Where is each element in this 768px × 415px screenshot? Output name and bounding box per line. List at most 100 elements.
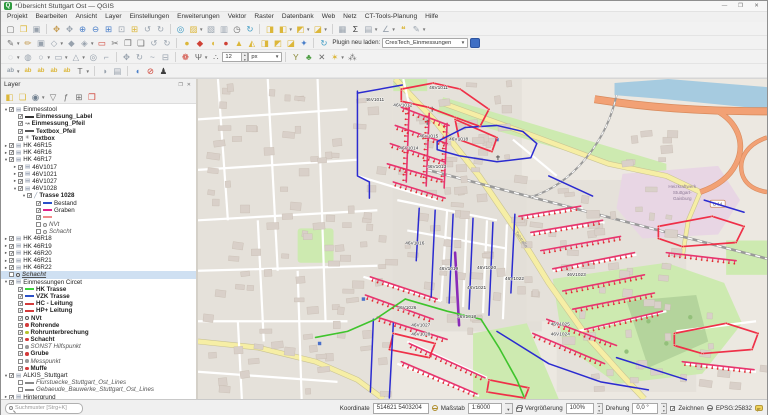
layer-tree-item[interactable]: ✓Textbox_Pfeil — [1, 128, 196, 135]
plugin-open-button[interactable] — [470, 38, 480, 48]
ct-tool-a-icon[interactable]: ◭ — [246, 37, 258, 49]
ct-tool-half-icon[interactable]: ◖ — [207, 37, 219, 49]
layer-visibility-checkbox[interactable]: ✓ — [18, 186, 23, 191]
trim-extend-icon[interactable]: ⌐ — [100, 51, 112, 63]
label-rule-icon[interactable]: ab — [35, 65, 47, 77]
layer-tree-item[interactable]: ▸✓▤HK 46R15 — [1, 142, 196, 149]
ct-tool-node-icon[interactable]: ◆ — [194, 37, 206, 49]
maximize-button[interactable]: ❐ — [733, 2, 748, 11]
redo-icon[interactable]: ↻ — [161, 37, 173, 49]
layer-visibility-checkbox[interactable]: ✓ — [9, 244, 14, 249]
paw-tool-icon[interactable]: ⁂ — [346, 51, 358, 63]
plugin-reload-icon[interactable]: ↻ — [318, 37, 330, 49]
layer-tree-item[interactable]: ▾✓╱Trasse 1028 — [1, 192, 196, 199]
deselect-features-icon[interactable]: ▧ — [205, 23, 217, 35]
cut-features-icon[interactable]: ✂ — [109, 37, 121, 49]
shape-rectangle-icon-dropdown[interactable]: ▼ — [64, 55, 68, 63]
fill-ring-icon[interactable]: ◎ — [87, 51, 99, 63]
layer-visibility-checkbox[interactable] — [18, 380, 23, 385]
vertex-tool-icon[interactable]: ◈ — [78, 37, 90, 49]
toolbar-combo[interactable]: CresTech_Einmessungen▼ — [382, 38, 468, 48]
layer-tree-item[interactable]: ▸✓▤46V1017 — [1, 164, 196, 171]
messages-bubble-icon[interactable] — [755, 405, 763, 411]
star-tool-icon[interactable]: ✶ — [329, 51, 341, 63]
panel-dock-icon[interactable]: ❐ — [176, 82, 184, 88]
filter-expression-icon[interactable]: ƒ — [60, 91, 72, 103]
manage-themes-icon-dropdown[interactable]: ▼ — [41, 95, 45, 103]
layer-tree-item[interactable]: ✓ — [1, 214, 196, 221]
menu-netz[interactable]: Netz — [339, 12, 361, 22]
ct-tool-tri-icon[interactable]: ▲ — [233, 37, 245, 49]
save-project-icon[interactable]: ▣ — [31, 23, 43, 35]
layer-visibility-checkbox[interactable]: ✓ — [18, 337, 23, 342]
move-feature-icon[interactable]: ✥ — [120, 51, 132, 63]
add-vector-layer-icon-dropdown[interactable]: ▼ — [288, 27, 292, 35]
crs-badge[interactable]: EPSG:25832 — [716, 405, 752, 412]
layer-visibility-checkbox[interactable]: ✓ — [18, 351, 23, 356]
menu-vektor[interactable]: Vektor — [224, 12, 251, 22]
menu-projekt[interactable]: Projekt — [3, 12, 32, 22]
menu-erweiterungen[interactable]: Erweiterungen — [173, 12, 224, 22]
field-calculator-icon-dropdown[interactable]: ▼ — [374, 27, 378, 35]
layer-tree-item[interactable]: ✓Einmessung_Label — [1, 113, 196, 120]
simplify-feature-icon[interactable]: ~ — [146, 51, 158, 63]
expand-all-icon[interactable]: ⊞ — [73, 91, 85, 103]
annotation-icon[interactable]: ✎ — [410, 23, 422, 35]
minimize-button[interactable]: — — [717, 2, 732, 11]
layer-labeling-icon-dropdown[interactable]: ▼ — [16, 69, 20, 77]
zoom-in-icon[interactable]: ⊕ — [77, 23, 89, 35]
layer-tree-item[interactable]: ✓HK Trasse — [1, 286, 196, 293]
layer-visibility-checkbox[interactable]: ✓ — [18, 179, 23, 184]
style-fork-icon[interactable]: Y — [290, 51, 302, 63]
text-format-icon-dropdown[interactable]: ▼ — [85, 69, 89, 77]
layer-tree-item[interactable]: ▸✓▤Hintergrund — [1, 394, 196, 400]
layer-tree-item[interactable]: SONST Hilfspunkt — [1, 343, 196, 350]
scale-combo-arrow-icon[interactable]: ▼ — [505, 403, 513, 414]
label-pin-icon[interactable]: Ψ — [192, 51, 204, 63]
layer-visibility-checkbox[interactable]: ✓ — [18, 330, 23, 335]
shape-circle-icon-dropdown[interactable]: ▼ — [46, 55, 50, 63]
close-button[interactable]: ✕ — [749, 2, 764, 11]
zoom-next-icon[interactable]: ↻ — [155, 23, 167, 35]
layer-tree-item[interactable]: ▾✓▤Einmessungen Circet — [1, 279, 196, 286]
layer-tree-item[interactable]: ✓Schacht — [1, 336, 196, 343]
menu-bearbeiten[interactable]: Bearbeiten — [32, 12, 72, 22]
add-raster-layer-icon[interactable]: ◩ — [294, 23, 306, 35]
measure-icon-dropdown[interactable]: ▼ — [391, 27, 395, 35]
layer-visibility-checkbox[interactable]: ✓ — [9, 107, 14, 112]
magnifier-input[interactable]: 100% — [566, 403, 594, 414]
select-features-icon[interactable]: ▨ — [188, 23, 200, 35]
shape-polygon-icon-dropdown[interactable]: ▼ — [81, 55, 85, 63]
layer-visibility-checkbox[interactable] — [18, 387, 23, 392]
digitize-segment-icon[interactable]: ◇ — [48, 37, 60, 49]
layer-tree-item[interactable]: ✓NVt — [1, 314, 196, 321]
filter-legend-icon[interactable]: ▽ — [47, 91, 59, 103]
layer-visibility-checkbox[interactable]: ✓ — [27, 193, 32, 198]
layer-tree-item[interactable]: ▸✓▤HK 46R18 — [1, 235, 196, 242]
layer-tree-item[interactable]: NVt — [1, 221, 196, 228]
ct-tool-b-icon[interactable]: ◨ — [259, 37, 271, 49]
layer-visibility-checkbox[interactable]: ✓ — [9, 157, 14, 162]
open-project-icon[interactable]: ❒ — [18, 23, 30, 35]
layer-tree-item[interactable]: ▸✓▤HK 46R20 — [1, 250, 196, 257]
delete-x-icon[interactable]: ✕ — [316, 51, 328, 63]
osm-search-icon[interactable]: ◖ — [131, 65, 143, 77]
layer-visibility-checkbox[interactable]: ✓ — [9, 150, 14, 155]
user-profile-icon[interactable]: ♟ — [157, 65, 169, 77]
layer-visibility-checkbox[interactable] — [36, 222, 41, 227]
layer-tree-item[interactable]: ▾✓▤ALKIS_Stuttgart — [1, 372, 196, 379]
render-checkbox[interactable]: ✓ — [670, 406, 675, 411]
layer-labeling-icon[interactable]: ab — [5, 65, 17, 77]
layer-tree-item[interactable]: Schacht — [1, 271, 196, 278]
vertex-tool-icon-dropdown[interactable]: ▼ — [90, 41, 94, 49]
layer-visibility-checkbox[interactable]: ✓ — [9, 143, 14, 148]
ct-tool-d-icon[interactable]: ◪ — [285, 37, 297, 49]
shape-circle-icon[interactable]: ○ — [35, 51, 47, 63]
layer-tree-item[interactable]: Flurstuecke_Stuttgart_Ost_Lines — [1, 379, 196, 386]
menu-einstellungen[interactable]: Einstellungen — [126, 12, 174, 22]
layer-visibility-checkbox[interactable]: ✓ — [9, 251, 14, 256]
zoom-to-layer-icon[interactable]: ⊞ — [129, 23, 141, 35]
menu-ansicht[interactable]: Ansicht — [71, 12, 101, 22]
magnifier-spinner[interactable]: ▲▼ — [597, 403, 603, 414]
tree-tool-icon[interactable]: ♣ — [303, 51, 315, 63]
